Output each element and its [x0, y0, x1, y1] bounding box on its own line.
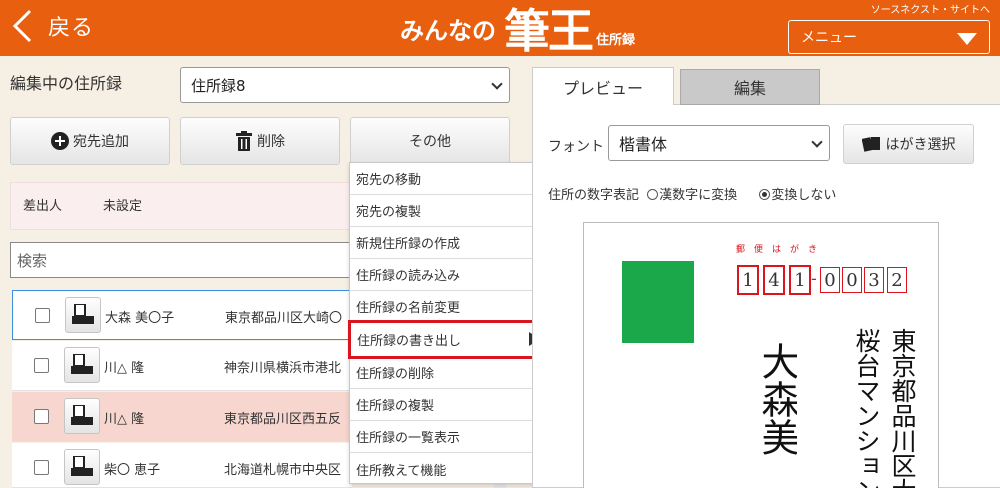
menu-item-duplicate-recipient[interactable]: 宛先の複製: [350, 195, 551, 227]
menu-item-address-share[interactable]: 住所教えて機能: [350, 453, 551, 485]
delete-label: 削除: [257, 134, 285, 150]
radio-no-convert-label: 変換しない: [771, 188, 837, 203]
menu-item-duplicate-addressbook[interactable]: 住所録の複製: [350, 389, 551, 421]
editing-addressbook-label: 編集中の住所録: [10, 74, 123, 93]
zip-digit: 0: [842, 267, 862, 293]
addressbook-select[interactable]: 住所録8: [180, 67, 510, 103]
logo-main: 筆王: [504, 4, 594, 58]
menu-label: メニュー: [801, 30, 857, 46]
number-format-label: 住所の数字表記: [548, 188, 640, 203]
cards-icon: [861, 135, 882, 153]
menu-item-rename[interactable]: 住所録の名前変更: [350, 291, 551, 323]
font-label: フォント: [548, 139, 604, 155]
font-selected-value: 楷書体: [619, 135, 668, 154]
recipient-row[interactable]: 川△ 隆 神奈川県横浜市港北: [12, 341, 352, 391]
menu-dropdown[interactable]: メニュー: [788, 20, 990, 54]
tab-edit[interactable]: 編集: [680, 69, 820, 105]
stamp-placeholder: [622, 261, 694, 343]
menu-item-delete-addressbook[interactable]: 住所録の削除: [350, 357, 551, 389]
sender-value: 未設定: [103, 199, 143, 214]
trash-icon: [235, 131, 253, 151]
row-checkbox[interactable]: [34, 358, 49, 373]
app-logo: みんなの 筆王 住所録: [400, 0, 635, 56]
select-postcard-button[interactable]: はがき選択: [843, 124, 974, 164]
zip-digit: 1: [789, 265, 811, 295]
recipient-row[interactable]: 川△ 隆 東京都品川区西五反: [12, 392, 352, 442]
postcard-address-line1: 東京都品川区大: [888, 328, 917, 488]
radio-no-convert[interactable]: [759, 189, 771, 200]
chevron-down-icon: [491, 78, 503, 90]
row-checkbox[interactable]: [34, 409, 49, 424]
postcard-heading: 郵便はがき: [736, 245, 827, 255]
radio-kanji-label: 漢数字に変換: [659, 188, 738, 203]
recipient-row[interactable]: 大森 美〇子 東京都品川区大崎〇: [12, 290, 352, 340]
recipient-name: 川△ 隆: [104, 412, 145, 427]
font-select[interactable]: 楷書体: [608, 125, 830, 161]
zip-digit: 1: [737, 265, 759, 295]
menu-item-list-view[interactable]: 住所録の一覧表示: [350, 421, 551, 453]
printer-icon: [72, 304, 94, 324]
add-recipient-label: 宛先追加: [73, 134, 129, 150]
back-button[interactable]: 戻る: [10, 8, 94, 44]
other-label: その他: [409, 134, 451, 150]
logo-prefix: みんなの: [400, 16, 496, 45]
row-checkbox[interactable]: [34, 460, 49, 475]
other-button[interactable]: その他: [350, 117, 510, 165]
menu-item-export-label: 住所録の書き出し: [357, 334, 462, 349]
print-preview-button[interactable]: [64, 449, 100, 485]
triangle-down-icon: [957, 33, 977, 45]
zip-digit: 3: [864, 267, 884, 293]
sourcenext-site-link[interactable]: ソースネクスト・サイトへ: [871, 1, 990, 16]
recipient-name: 柴〇 恵子: [104, 463, 161, 478]
zip-digit: 0: [820, 267, 840, 293]
zip-separator: -: [811, 269, 817, 288]
plus-circle-icon: [51, 132, 69, 150]
recipient-address: 神奈川県横浜市港北: [224, 361, 342, 376]
other-menu: 宛先の移動 宛先の複製 新規住所録の作成 住所録の読み込み 住所録の名前変更 住…: [348, 162, 553, 485]
recipient-name: 川△ 隆: [104, 361, 145, 376]
addressbook-selected-value: 住所録8: [191, 76, 246, 95]
print-preview-button[interactable]: [64, 347, 100, 383]
printer-icon: [71, 405, 93, 425]
recipient-address: 東京都品川区西五反: [224, 412, 342, 427]
menu-item-import[interactable]: 住所録の読み込み: [350, 259, 551, 291]
recipient-address: 東京都品川区大崎〇: [225, 311, 343, 326]
menu-item-move[interactable]: 宛先の移動: [350, 163, 551, 195]
recipient-address: 北海道札幌市中央区: [224, 463, 342, 478]
add-recipient-button[interactable]: 宛先追加: [10, 117, 170, 165]
sender-label: 差出人: [23, 199, 63, 214]
zip-digit: 4: [763, 265, 785, 295]
app-header: 戻る みんなの 筆王 住所録 ソースネクスト・サイトへ メニュー: [0, 0, 1000, 56]
printer-icon: [71, 354, 93, 374]
select-postcard-label: はがき選択: [885, 137, 956, 153]
tab-preview[interactable]: プレビュー: [532, 67, 674, 105]
postcard-address-line2: 桜台マンション: [852, 328, 881, 488]
search-placeholder: 検索: [17, 251, 48, 270]
print-preview-button[interactable]: [65, 297, 101, 333]
delete-button[interactable]: 削除: [180, 117, 340, 165]
back-label: 戻る: [48, 16, 95, 41]
search-input[interactable]: 検索: [10, 242, 355, 278]
chevron-left-icon: [12, 9, 32, 43]
printer-icon: [71, 456, 93, 476]
menu-item-export[interactable]: 住所録の書き出し: [348, 320, 553, 359]
row-checkbox[interactable]: [35, 308, 50, 323]
menu-item-new-addressbook[interactable]: 新規住所録の作成: [350, 227, 551, 259]
zip-digit: 2: [887, 267, 907, 293]
recipient-row[interactable]: 柴〇 恵子 北海道札幌市中央区: [12, 443, 352, 488]
number-format-row: 住所の数字表記 漢数字に変換 変換しない: [548, 184, 836, 203]
radio-kanji[interactable]: [647, 189, 659, 200]
recipient-name: 大森 美〇子: [105, 311, 175, 326]
logo-subtitle: 住所録: [596, 33, 636, 48]
chevron-down-icon: [811, 136, 823, 148]
print-preview-button[interactable]: [64, 398, 100, 434]
postcard-recipient-name: 大森美: [757, 342, 797, 456]
